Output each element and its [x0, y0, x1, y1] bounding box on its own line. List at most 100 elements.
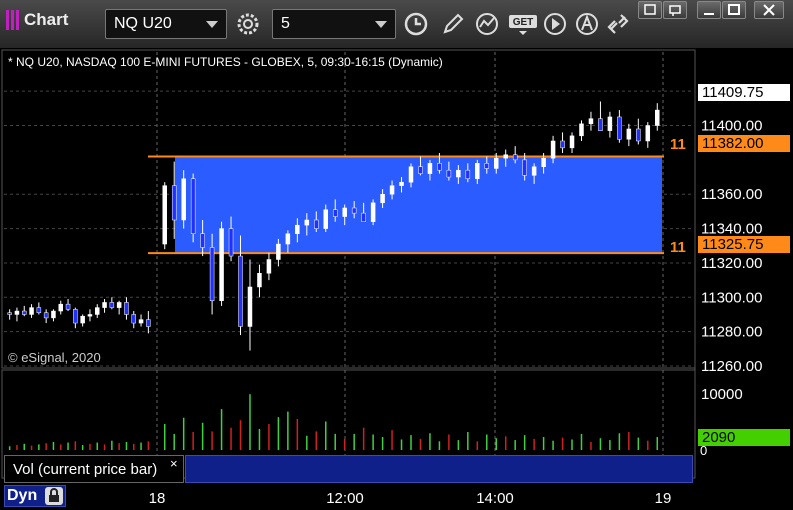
window-restore-icon[interactable]	[638, 1, 662, 19]
time-axis-label: 18	[149, 490, 166, 507]
candle-body	[36, 307, 42, 314]
upper-level-tag: 11	[670, 136, 686, 153]
pencil-icon[interactable]	[438, 9, 468, 39]
candle-body	[493, 157, 499, 169]
window-minimize-icon[interactable]	[697, 1, 721, 19]
candle-body	[645, 125, 651, 142]
candle-body	[181, 178, 186, 221]
candle-body	[636, 128, 641, 142]
candle-body	[276, 243, 281, 260]
candle-body	[427, 163, 433, 174]
get-icon[interactable]: GET	[506, 9, 540, 39]
candle-body	[14, 310, 20, 315]
candle-body	[351, 207, 357, 214]
watermark: © eSignal, 2020	[8, 350, 101, 365]
candle-body	[51, 310, 56, 319]
close-icon[interactable]	[754, 1, 784, 19]
candle-body	[560, 140, 565, 149]
candle-body	[228, 228, 234, 257]
candle-body	[7, 312, 12, 315]
candle-body	[531, 166, 537, 176]
candle-body	[124, 302, 129, 315]
candle-body	[247, 286, 253, 327]
candle-body	[389, 185, 395, 195]
chevron-down-icon[interactable]	[375, 21, 387, 28]
study-icon[interactable]	[472, 9, 502, 39]
app-title: Chart	[6, 10, 68, 30]
candle-body	[446, 169, 452, 178]
close-pane-icon[interactable]: ×	[170, 456, 178, 471]
chevron-down-icon[interactable]	[206, 21, 218, 28]
symbol-value: NQ U20	[114, 15, 172, 32]
candle-body	[102, 302, 107, 308]
candle-body	[200, 233, 205, 248]
candle-body	[361, 212, 366, 222]
candle-body	[314, 219, 319, 229]
candle-body	[579, 123, 584, 137]
time-axis-label: 14:00	[476, 490, 514, 507]
window-maximize-icon[interactable]	[722, 1, 746, 19]
candle-body	[266, 259, 272, 274]
candle-body	[95, 307, 100, 315]
price-axis[interactable]: 11420.0011400.0011360.0011340.0011320.00…	[701, 83, 762, 375]
lock-icon[interactable]	[44, 486, 64, 506]
candle-body	[116, 302, 122, 308]
candle-body	[87, 314, 93, 317]
candle-body	[323, 209, 329, 229]
price-axis-label: 11360.00	[701, 186, 762, 203]
candle-body	[626, 128, 632, 140]
price-axis-label: 11260.00	[701, 358, 762, 375]
candle-body	[257, 272, 262, 288]
candle-body	[43, 312, 49, 319]
price-axis-label: 11300.00	[701, 289, 762, 306]
volume-pane-label[interactable]: Vol (current price bar)	[4, 455, 184, 483]
candle-body	[22, 310, 27, 315]
candle-body	[342, 207, 347, 217]
candle-body	[569, 135, 575, 149]
candle-body	[131, 314, 136, 324]
candle-body	[399, 181, 404, 186]
candle-body	[209, 247, 215, 301]
time-axis-label: 12:00	[326, 490, 364, 507]
candle-body	[588, 118, 594, 125]
price-zone	[148, 155, 664, 255]
lower-level-price-box: 11325.75	[698, 236, 790, 253]
candle-body	[58, 303, 63, 312]
window-pin-icon[interactable]	[663, 1, 687, 19]
settings-gear-icon[interactable]	[233, 9, 263, 39]
candle-body	[503, 154, 508, 159]
candle-body	[408, 166, 414, 183]
last-price-box: 11409.75	[698, 84, 790, 101]
play-icon[interactable]	[540, 9, 570, 39]
volume-pane-strip	[185, 455, 693, 483]
candle-body	[484, 163, 490, 169]
candle-body	[617, 116, 622, 140]
candle-body	[219, 228, 224, 301]
link-icon[interactable]	[603, 9, 633, 39]
candle-body	[146, 319, 151, 327]
candle-body	[512, 154, 518, 161]
candle-body	[522, 159, 527, 176]
candle-body	[162, 185, 167, 245]
candle-body	[541, 157, 546, 168]
alert-icon[interactable]	[572, 9, 602, 39]
price-axis-label: 11280.00	[701, 324, 762, 341]
candle-body	[598, 118, 603, 131]
chart-logo-icon	[6, 10, 20, 30]
interval-combobox[interactable]: 5	[272, 9, 396, 39]
upper-level-price-box: 11382.00	[698, 135, 790, 152]
get-label: GET	[513, 17, 534, 28]
candle-body	[109, 302, 115, 308]
symbol-combobox[interactable]: NQ U20	[105, 9, 227, 39]
chart-canvas[interactable]: * NQ U20, NASDAQ 100 E-MINI FUTURES - GL…	[0, 48, 793, 510]
clock-icon[interactable]	[401, 9, 431, 39]
candle-body	[332, 209, 338, 217]
chart-subtitle: * NQ U20, NASDAQ 100 E-MINI FUTURES - GL…	[8, 55, 443, 69]
volume-axis-label-top: 10000	[701, 386, 743, 403]
price-axis-label: 11320.00	[701, 255, 762, 272]
candle-body	[238, 255, 243, 327]
candle-body	[475, 163, 480, 180]
price-axis-label: 11400.00	[701, 118, 762, 135]
candle-body	[655, 109, 660, 126]
candle-body	[190, 178, 196, 234]
